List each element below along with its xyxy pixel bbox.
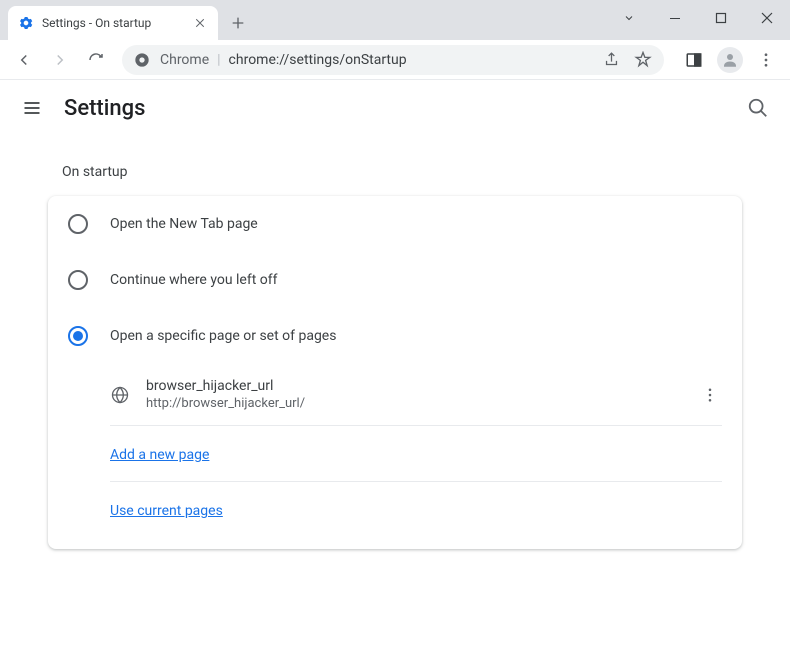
side-panel-icon[interactable] [678, 44, 710, 76]
page-name: browser_hijacker_url [146, 378, 682, 394]
reload-button[interactable] [80, 44, 112, 76]
maximize-button[interactable] [698, 0, 744, 36]
back-button[interactable] [8, 44, 40, 76]
startup-card: Open the New Tab page Continue where you… [48, 196, 742, 549]
settings-content: On startup Open the New Tab page Continu… [0, 136, 790, 549]
bookmark-icon[interactable] [634, 51, 652, 69]
option-label: Open a specific page or set of pages [110, 328, 336, 344]
profile-button[interactable] [714, 44, 746, 76]
page-actions-icon[interactable] [698, 383, 722, 407]
option-label: Continue where you left off [110, 272, 278, 288]
page-title: Settings [64, 96, 145, 121]
use-current-row[interactable]: Use current pages [110, 482, 722, 533]
globe-icon [110, 385, 130, 405]
address-path: chrome://settings/onStartup [229, 52, 407, 68]
option-specific-pages[interactable]: Open a specific page or set of pages [48, 308, 742, 364]
dropdown-icon[interactable] [606, 0, 652, 36]
specific-pages-list: browser_hijacker_url http://browser_hija… [48, 364, 742, 549]
address-origin: Chrome [160, 52, 209, 68]
gear-icon [18, 15, 34, 31]
radio-icon [68, 214, 88, 234]
avatar-icon [717, 47, 743, 73]
page-url: http://browser_hijacker_url/ [146, 396, 682, 411]
address-text: Chrome | chrome://settings/onStartup [160, 52, 407, 68]
option-label: Open the New Tab page [110, 216, 258, 232]
browser-toolbar: Chrome | chrome://settings/onStartup [0, 40, 790, 80]
kebab-menu-icon[interactable] [750, 44, 782, 76]
use-current-link[interactable]: Use current pages [110, 503, 223, 519]
option-new-tab[interactable]: Open the New Tab page [48, 196, 742, 252]
address-bar[interactable]: Chrome | chrome://settings/onStartup [122, 45, 664, 75]
add-page-row[interactable]: Add a new page [110, 426, 722, 482]
startup-page-entry: browser_hijacker_url http://browser_hija… [110, 364, 722, 426]
add-page-link[interactable]: Add a new page [110, 447, 209, 463]
new-tab-button[interactable] [224, 9, 252, 37]
section-label: On startup [48, 148, 742, 196]
browser-tab[interactable]: Settings - On startup [8, 6, 218, 40]
forward-button[interactable] [44, 44, 76, 76]
settings-header: Settings [0, 80, 790, 136]
close-icon[interactable] [192, 15, 208, 31]
chrome-icon [134, 52, 150, 68]
share-icon[interactable] [602, 51, 620, 69]
close-window-button[interactable] [744, 0, 790, 36]
menu-icon[interactable] [20, 96, 44, 120]
option-continue[interactable]: Continue where you left off [48, 252, 742, 308]
radio-icon [68, 326, 88, 346]
minimize-button[interactable] [652, 0, 698, 36]
window-titlebar: Settings - On startup [0, 0, 790, 40]
radio-icon [68, 270, 88, 290]
window-controls [606, 0, 790, 36]
search-icon[interactable] [746, 96, 770, 120]
tab-title: Settings - On startup [42, 16, 184, 30]
